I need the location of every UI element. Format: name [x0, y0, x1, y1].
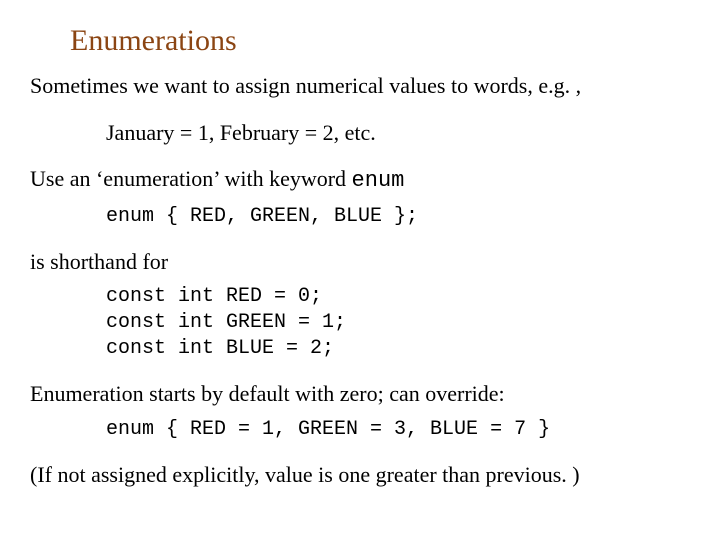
enum-rgb-code: enum { RED, GREEN, BLUE }; — [106, 204, 690, 230]
note-text: (If not assigned explicitly, value is on… — [30, 461, 690, 490]
intro-text: Sometimes we want to assign numerical va… — [30, 72, 690, 101]
use-enum-prefix: Use an ‘enumeration’ with keyword — [30, 166, 352, 191]
override-text: Enumeration starts by default with zero;… — [30, 380, 690, 409]
slide: Enumerations Sometimes we want to assign… — [0, 0, 720, 540]
months-example: January = 1, February = 2, etc. — [106, 119, 690, 148]
slide-title: Enumerations — [70, 24, 690, 58]
const-block-code: const int RED = 0; const int GREEN = 1; … — [106, 284, 690, 362]
enum-keyword: enum — [352, 168, 405, 193]
use-enum-line: Use an ‘enumeration’ with keyword enum — [30, 165, 690, 196]
shorthand-text: is shorthand for — [30, 248, 690, 277]
enum-override-code: enum { RED = 1, GREEN = 3, BLUE = 7 } — [106, 417, 690, 443]
